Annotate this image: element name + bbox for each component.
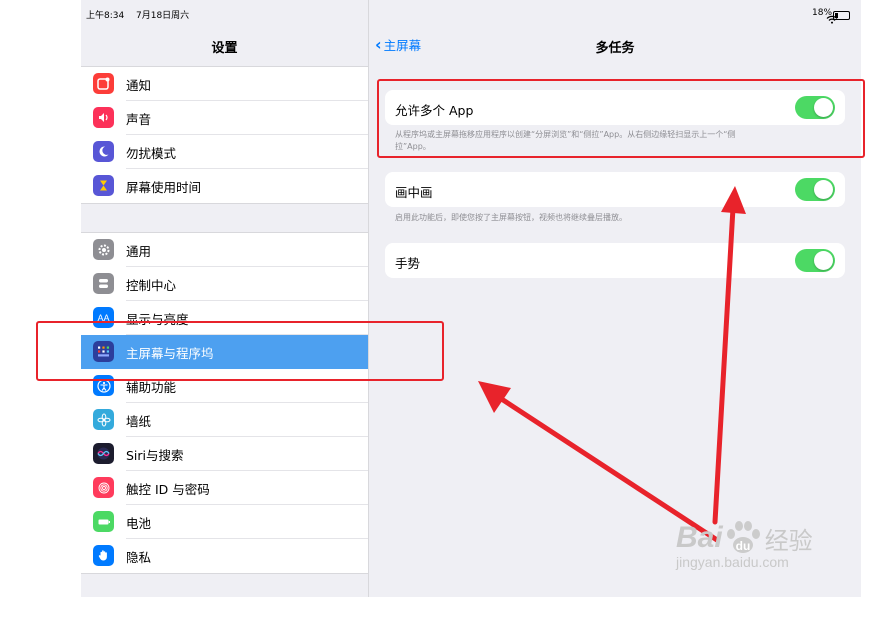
arrow-to-toggle-line	[712, 205, 736, 525]
svg-text:du: du	[735, 539, 750, 553]
arrow-to-sidebar-line	[494, 393, 720, 543]
arrow-head-sidebar	[478, 381, 511, 413]
arrow-head-toggle	[721, 186, 746, 214]
paw-icon: du	[726, 521, 760, 553]
baidu-jingyan-watermark: Bai du 经验 jingyan.baidu.com	[676, 520, 813, 570]
watermark-brand-suffix: 经验	[764, 527, 813, 555]
watermark-brand: Bai	[676, 521, 723, 554]
watermark-url: jingyan.baidu.com	[676, 554, 789, 570]
